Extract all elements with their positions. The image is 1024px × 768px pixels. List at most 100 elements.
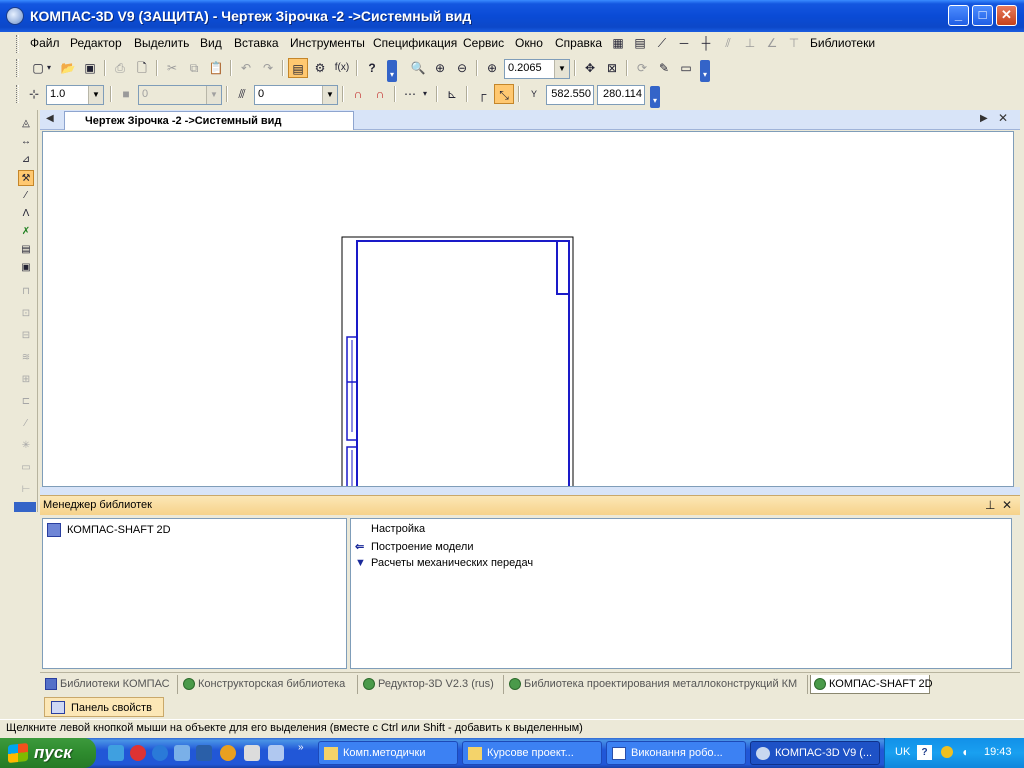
open-folder-icon[interactable]: 📂: [58, 58, 78, 78]
variables-icon[interactable]: ⚙: [310, 58, 330, 78]
perpendicular-icon[interactable]: ⊥: [740, 33, 760, 53]
tool1-icon[interactable]: ⊓: [18, 284, 34, 300]
zoom-window-icon[interactable]: 🔍: [408, 58, 428, 78]
line-tool-icon[interactable]: ⟋: [652, 33, 672, 53]
toolbar-chevron-icon[interactable]: ▾: [650, 86, 660, 108]
spec-icon[interactable]: ▣: [18, 260, 34, 276]
menu-help[interactable]: Справка: [555, 36, 602, 50]
network-icon[interactable]: [108, 745, 124, 761]
menu-insert[interactable]: Вставка: [234, 36, 279, 50]
task-course-project[interactable]: Курсове проект...: [462, 741, 602, 765]
copy-icon[interactable]: ⧉: [184, 58, 204, 78]
menu-window[interactable]: Окно: [515, 36, 543, 50]
quicklaunch-more-icon[interactable]: »: [298, 742, 304, 753]
style-combo[interactable]: 0 ▼: [254, 85, 338, 105]
magnet-local-icon[interactable]: ∩: [370, 84, 390, 104]
step-combo[interactable]: 1.0 ▼: [46, 85, 104, 105]
toolbar-chevron-icon[interactable]: ▾: [387, 60, 397, 82]
player-icon[interactable]: [220, 745, 236, 761]
language-indicator[interactable]: UK: [895, 746, 910, 758]
close-doc-icon[interactable]: ✕: [998, 111, 1008, 125]
ortho-icon[interactable]: ┌: [472, 84, 492, 104]
tool9-icon[interactable]: ▭: [18, 460, 34, 476]
tool4-icon[interactable]: ≋: [18, 350, 34, 366]
kompas-app-icon[interactable]: [6, 7, 24, 25]
volume-icon[interactable]: ◖: [961, 745, 968, 759]
magnet-snap-icon[interactable]: ∩: [348, 84, 368, 104]
point-line-icon[interactable]: ─: [674, 33, 694, 53]
media-icon[interactable]: [196, 745, 212, 761]
tool8-icon[interactable]: ✳: [18, 438, 34, 454]
menu-select[interactable]: Выделить: [134, 36, 189, 50]
list-item-gear-calc[interactable]: ▼ Расчеты механических передач: [355, 557, 533, 573]
undo-icon[interactable]: ↶: [236, 58, 256, 78]
tab-metal-structures[interactable]: Библиотека проектирования металлоконстру…: [506, 675, 808, 694]
manager-panel-icon[interactable]: ▤: [288, 58, 308, 78]
drawing-canvas[interactable]: [42, 131, 1014, 487]
toolbar-grip[interactable]: [16, 35, 19, 53]
toolbar-chevron-icon[interactable]: [14, 502, 36, 512]
zoom-combo[interactable]: 0.2065 ▼: [504, 59, 570, 79]
tool10-icon[interactable]: ⊢: [18, 482, 34, 498]
paste-icon[interactable]: 📋: [206, 58, 226, 78]
task-word-document[interactable]: Виконання робо...: [606, 741, 746, 765]
print-icon[interactable]: ⎙: [110, 58, 130, 78]
coord-y-field[interactable]: 280.114: [597, 85, 645, 105]
coord-x-field[interactable]: 582.550: [546, 85, 594, 105]
tab-right-arrow-icon[interactable]: ▶: [980, 113, 988, 124]
redo-icon[interactable]: ↷: [258, 58, 278, 78]
desktop-icon[interactable]: [174, 745, 190, 761]
toolbar-grip[interactable]: [16, 85, 19, 103]
internet-explorer-icon[interactable]: [152, 745, 168, 761]
grid-dropdown-icon[interactable]: ▾: [420, 84, 430, 104]
zoom-in-icon[interactable]: ⊕: [430, 58, 450, 78]
task-methods[interactable]: Комп.методички: [318, 741, 458, 765]
tab-kompas-libraries[interactable]: Библиотеки КОМПАС: [42, 675, 178, 694]
menu-edit[interactable]: Редактор: [70, 36, 122, 50]
associative-views-icon[interactable]: ▤: [18, 242, 34, 258]
angle-icon[interactable]: ∠: [762, 33, 782, 53]
list-item-settings[interactable]: Настройка: [355, 523, 425, 539]
context-help-icon[interactable]: ?: [362, 58, 382, 78]
close-button[interactable]: ✕: [996, 5, 1017, 26]
zoom-out-icon[interactable]: ⊖: [452, 58, 472, 78]
minimize-button[interactable]: _: [948, 5, 969, 26]
list-item-build-model[interactable]: ⇐ Построение модели: [355, 540, 473, 556]
pin-icon[interactable]: ⊥: [985, 498, 995, 512]
grid-icon[interactable]: ⋯: [400, 84, 420, 104]
tab-drawing[interactable]: Чертеж Зірочка -2 ->Системный вид: [64, 111, 354, 130]
refresh-icon[interactable]: ⟳: [632, 58, 652, 78]
save-icon[interactable]: ▣: [80, 58, 100, 78]
select-icon[interactable]: ✗: [18, 224, 34, 240]
edit-icon[interactable]: ⚒: [18, 170, 34, 186]
base-icon[interactable]: ⊤: [784, 33, 804, 53]
menu-file[interactable]: Файл: [30, 36, 60, 50]
tool7-icon[interactable]: ⁄: [18, 416, 34, 432]
tool5-icon[interactable]: ⊞: [18, 372, 34, 388]
geometry-icon[interactable]: ◬: [18, 116, 34, 132]
local-cs-icon[interactable]: ⊾: [442, 84, 462, 104]
chevron-down-icon[interactable]: ▼: [322, 86, 337, 104]
specification-icon[interactable]: ▦: [608, 33, 628, 53]
zoom-scale-icon[interactable]: ⊕: [482, 58, 502, 78]
security-tray-icon[interactable]: [941, 746, 953, 758]
library-tree-item[interactable]: КОМПАС-SHAFT 2D: [47, 523, 171, 539]
tab-reducer-3d[interactable]: Редуктор-3D V2.3 (rus): [360, 675, 504, 694]
chevron-down-icon[interactable]: ▼: [554, 60, 569, 78]
chevron-down-icon[interactable]: ▼: [88, 86, 103, 104]
menu-view[interactable]: Вид: [200, 36, 222, 50]
designations-icon[interactable]: ⊿: [18, 152, 34, 168]
display-icon[interactable]: ▭: [676, 58, 696, 78]
parametrization-icon[interactable]: ⁄: [18, 188, 34, 204]
menu-specification[interactable]: Спецификация: [373, 36, 457, 50]
task-kompas[interactable]: КОМПАС-3D V9 (...: [750, 741, 880, 765]
tab-kompas-shaft[interactable]: КОМПАС-SHAFT 2D: [810, 675, 933, 694]
tab-properties-panel[interactable]: Панель свойств: [44, 697, 164, 717]
app-icon[interactable]: [268, 745, 284, 761]
close-panel-icon[interactable]: ✕: [1002, 498, 1012, 512]
help-tray-icon[interactable]: ?: [917, 745, 932, 760]
layer-icon[interactable]: ■: [116, 84, 136, 104]
fx-icon[interactable]: f(x): [332, 58, 352, 78]
toolbar-grip[interactable]: [16, 59, 19, 77]
tool3-icon[interactable]: ⊟: [18, 328, 34, 344]
